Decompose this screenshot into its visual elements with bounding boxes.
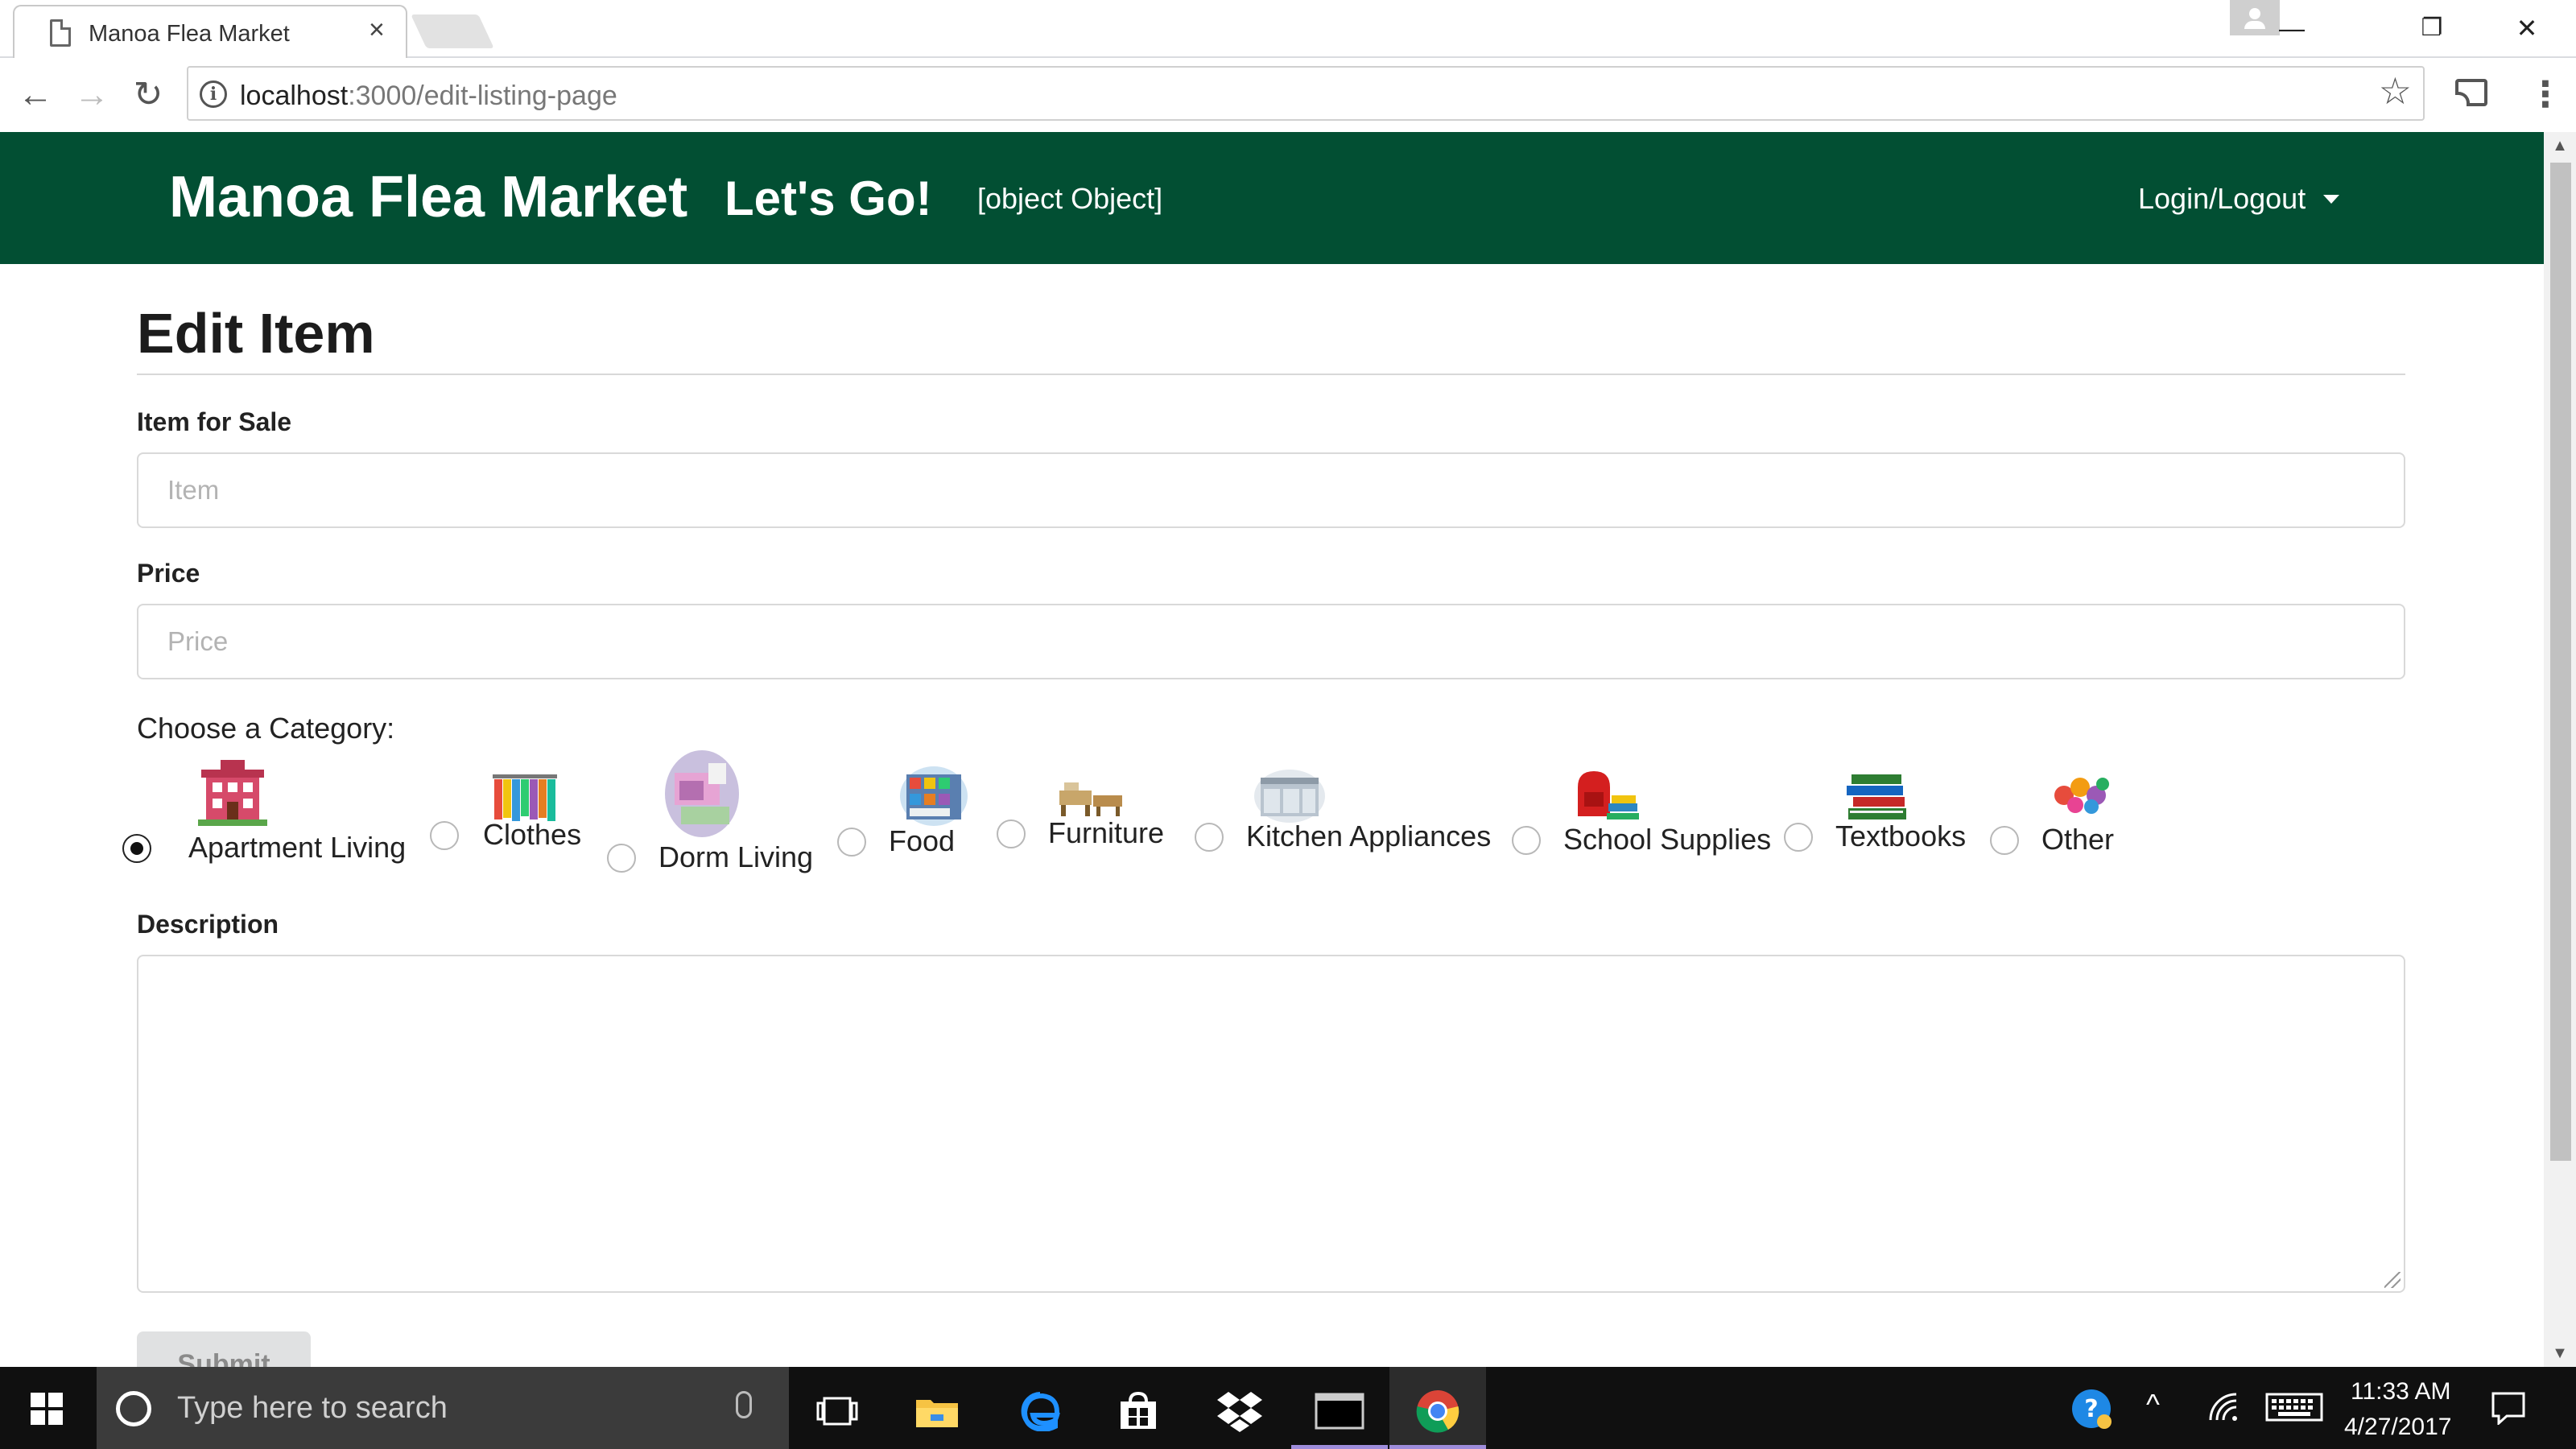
site-info-icon[interactable]: i	[200, 80, 227, 108]
bookmark-star-icon[interactable]: ☆	[2379, 72, 2412, 109]
reload-icon[interactable]: ↻	[124, 71, 172, 119]
apartment-building-icon	[198, 760, 267, 826]
wifi-icon[interactable]	[2207, 1391, 2243, 1430]
page-scrollbar[interactable]: ▲ ▼	[2544, 132, 2576, 1367]
kitchen-appliances-radio[interactable]	[1195, 823, 1224, 852]
kitchen-appliances-label[interactable]: Kitchen Appliances	[1246, 819, 1491, 853]
brand-link[interactable]: Manoa Flea Market	[169, 164, 687, 230]
textbooks-label[interactable]: Textbooks	[1835, 819, 1966, 853]
school-backpack-icon	[1578, 771, 1639, 819]
help-glyph: ?	[2084, 1395, 2098, 1423]
page-viewport: Manoa Flea Market Let's Go! [object Obje…	[0, 132, 2544, 1367]
url-path: :3000/edit-listing-page	[348, 80, 617, 111]
chrome-browser-icon[interactable]	[1389, 1367, 1486, 1449]
grocery-shelf-icon	[900, 766, 968, 826]
dropbox-icon[interactable]	[1191, 1367, 1288, 1449]
clothes-rack-icon	[493, 774, 557, 821]
item-label: Item for Sale	[137, 407, 292, 436]
tab-title: Manoa Flea Market	[89, 21, 290, 47]
help-tray-icon[interactable]: ?	[2069, 1386, 2114, 1439]
clothes-radio[interactable]	[430, 821, 459, 850]
textbooks-radio[interactable]	[1784, 823, 1813, 852]
price-input[interactable]	[137, 604, 2405, 679]
windows-taskbar: Type here to search ? ^ 11:33 AM 4/27/20…	[0, 1367, 2576, 1449]
kitchen-icon	[1254, 770, 1325, 823]
dorm-living-radio[interactable]	[607, 844, 636, 873]
browser-menu-icon[interactable]: ⋮	[2528, 71, 2563, 119]
other-radio[interactable]	[1990, 826, 2019, 855]
site-navbar: Manoa Flea Market Let's Go! [object Obje…	[0, 132, 2544, 264]
dorm-room-icon	[665, 750, 739, 837]
description-label: Description	[137, 910, 279, 939]
restore-button[interactable]: ❐	[2396, 6, 2468, 50]
category-label: Choose a Category:	[137, 712, 395, 745]
microphone-icon[interactable]	[736, 1391, 752, 1418]
page-icon	[50, 19, 71, 47]
price-label: Price	[137, 559, 200, 588]
submit-button[interactable]: Submit	[137, 1331, 311, 1367]
task-view-icon[interactable]	[789, 1367, 886, 1449]
description-textarea[interactable]	[137, 955, 2405, 1293]
action-center-icon[interactable]	[2491, 1391, 2526, 1432]
lets-go-link[interactable]: Let's Go!	[724, 171, 932, 226]
furniture-radio[interactable]	[997, 819, 1026, 848]
nav-object-link[interactable]: [object Object]	[977, 182, 1162, 216]
apartment-living-radio[interactable]	[122, 834, 151, 863]
close-window-button[interactable]: ✕	[2491, 6, 2563, 50]
tab-close-icon[interactable]: ×	[369, 16, 385, 43]
resize-handle-icon[interactable]	[2384, 1272, 2401, 1288]
page-title: Edit Item	[137, 302, 375, 365]
food-label[interactable]: Food	[889, 824, 955, 858]
assorted-items-icon	[2054, 778, 2109, 814]
scroll-thumb[interactable]	[2550, 163, 2571, 1161]
book-stack-icon	[1847, 774, 1906, 819]
terminal-app-icon[interactable]	[1291, 1367, 1388, 1449]
new-tab-button[interactable]	[411, 14, 494, 48]
cast-icon[interactable]	[2455, 79, 2487, 106]
browser-tab[interactable]: Manoa Flea Market ×	[13, 5, 407, 58]
dropdown-caret-icon[interactable]	[2323, 195, 2339, 204]
keyboard-icon[interactable]	[2265, 1391, 2323, 1430]
school-supplies-label[interactable]: School Supplies	[1563, 823, 1771, 857]
windows-start-icon[interactable]	[31, 1393, 63, 1425]
url-host: localhost	[240, 80, 349, 111]
edge-browser-icon[interactable]	[992, 1367, 1088, 1449]
apartment-living-label[interactable]: Apartment Living	[188, 831, 406, 865]
clothes-label[interactable]: Clothes	[483, 818, 581, 852]
browser-toolbar: ← → ↻ i localhost:3000/edit-listing-page…	[0, 58, 2576, 132]
login-logout-dropdown[interactable]: Login/Logout	[2138, 182, 2306, 216]
item-input[interactable]	[137, 452, 2405, 528]
food-radio[interactable]	[837, 828, 866, 857]
taskbar-search-placeholder: Type here to search	[177, 1391, 448, 1425]
clock-time[interactable]: 11:33 AM	[2351, 1378, 2451, 1406]
minimize-button[interactable]: —	[2256, 6, 2328, 50]
browser-tab-strip: Manoa Flea Market × — ❐ ✕	[0, 0, 2576, 58]
back-icon[interactable]: ←	[11, 71, 60, 119]
cortana-icon[interactable]	[116, 1391, 151, 1426]
furniture-icon	[1059, 782, 1122, 816]
school-supplies-radio[interactable]	[1512, 826, 1541, 855]
taskbar-search-box[interactable]: Type here to search	[97, 1367, 789, 1449]
tray-chevron-icon[interactable]: ^	[2146, 1388, 2160, 1422]
dorm-living-label[interactable]: Dorm Living	[658, 840, 813, 874]
address-bar[interactable]: i localhost:3000/edit-listing-page ☆	[187, 66, 2425, 121]
forward-icon[interactable]: →	[68, 71, 116, 119]
file-explorer-icon[interactable]	[889, 1367, 985, 1449]
scroll-up-arrow-icon[interactable]: ▲	[2544, 132, 2576, 159]
title-divider	[137, 374, 2405, 375]
url-text[interactable]: localhost:3000/edit-listing-page	[240, 80, 617, 112]
clock-date[interactable]: 4/27/2017	[2344, 1414, 2451, 1441]
furniture-label[interactable]: Furniture	[1048, 816, 1164, 850]
scroll-down-arrow-icon[interactable]: ▼	[2544, 1340, 2576, 1367]
other-label[interactable]: Other	[2041, 823, 2114, 857]
store-icon[interactable]	[1090, 1367, 1187, 1449]
